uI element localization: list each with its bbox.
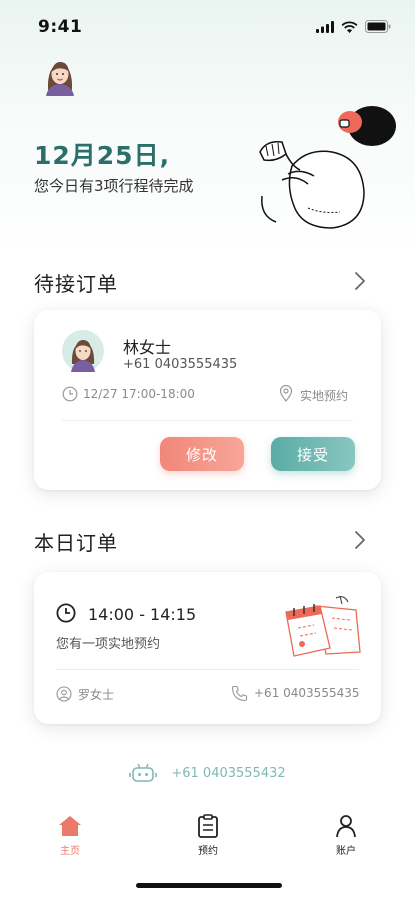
status-bar: 9:41 — [0, 0, 415, 50]
chevron-right-icon[interactable] — [353, 271, 367, 291]
support-contact[interactable]: +61 0403555432 — [0, 763, 415, 783]
appointment-time: 14:00 - 14:15 — [88, 605, 197, 624]
appointment-description: 您有一项实地预约 — [56, 637, 161, 652]
support-phone[interactable]: +61 0403555432 — [171, 766, 285, 781]
today-order-card[interactable]: 14:00 - 14:15 您有一项实地预约 罗女士 +61 040355543… — [34, 572, 381, 724]
tab-booking[interactable]: 预约 — [178, 814, 238, 857]
home-icon — [59, 816, 81, 836]
accept-button[interactable]: 接受 — [271, 437, 355, 471]
clock-icon — [62, 386, 78, 402]
robot-icon — [129, 763, 158, 782]
signal-icon — [316, 20, 334, 33]
user-circle-icon — [56, 686, 72, 702]
greeting-date: 12月25日, — [34, 141, 171, 170]
tab-label: 预约 — [198, 846, 218, 857]
battery-icon — [365, 20, 391, 33]
client-name: 林女士 — [123, 338, 172, 357]
status-time: 9:41 — [38, 17, 83, 37]
client-avatar — [62, 330, 104, 372]
client-name: 罗女士 — [78, 688, 115, 702]
tab-home[interactable]: 主页 — [40, 814, 100, 857]
tab-label: 账户 — [336, 846, 356, 857]
chevron-right-icon[interactable] — [353, 530, 367, 550]
user-avatar[interactable] — [38, 52, 82, 96]
edit-button[interactable]: 修改 — [160, 437, 244, 471]
calendar-illustration — [285, 595, 361, 657]
pending-section-title: 待接订单 — [34, 272, 118, 296]
person-icon — [336, 815, 356, 838]
clipboard-icon — [198, 814, 218, 838]
hero-illustration — [259, 106, 396, 229]
divider — [62, 420, 353, 421]
divider — [56, 669, 359, 670]
pending-order-card[interactable]: 林女士 +61 0403555435 12/27 17:00-18:00 实地预… — [34, 310, 381, 490]
tab-bar: 主页 预约 账户 — [0, 806, 415, 866]
clock-icon — [56, 603, 76, 623]
wifi-icon — [341, 20, 358, 33]
phone-icon[interactable] — [231, 685, 248, 702]
order-location: 实地预约 — [300, 389, 349, 403]
tab-account[interactable]: 账户 — [316, 814, 376, 857]
order-time: 12/27 17:00-18:00 — [83, 387, 195, 401]
status-icons — [316, 20, 391, 33]
client-phone: +61 0403555435 — [123, 357, 238, 372]
today-section-title: 本日订单 — [34, 531, 118, 555]
client-phone[interactable]: +61 0403555435 — [254, 686, 360, 700]
greeting-subtitle: 您今日有3项行程待完成 — [34, 177, 194, 195]
location-pin-icon — [279, 385, 293, 402]
home-indicator — [136, 883, 282, 888]
tab-label: 主页 — [60, 846, 80, 857]
